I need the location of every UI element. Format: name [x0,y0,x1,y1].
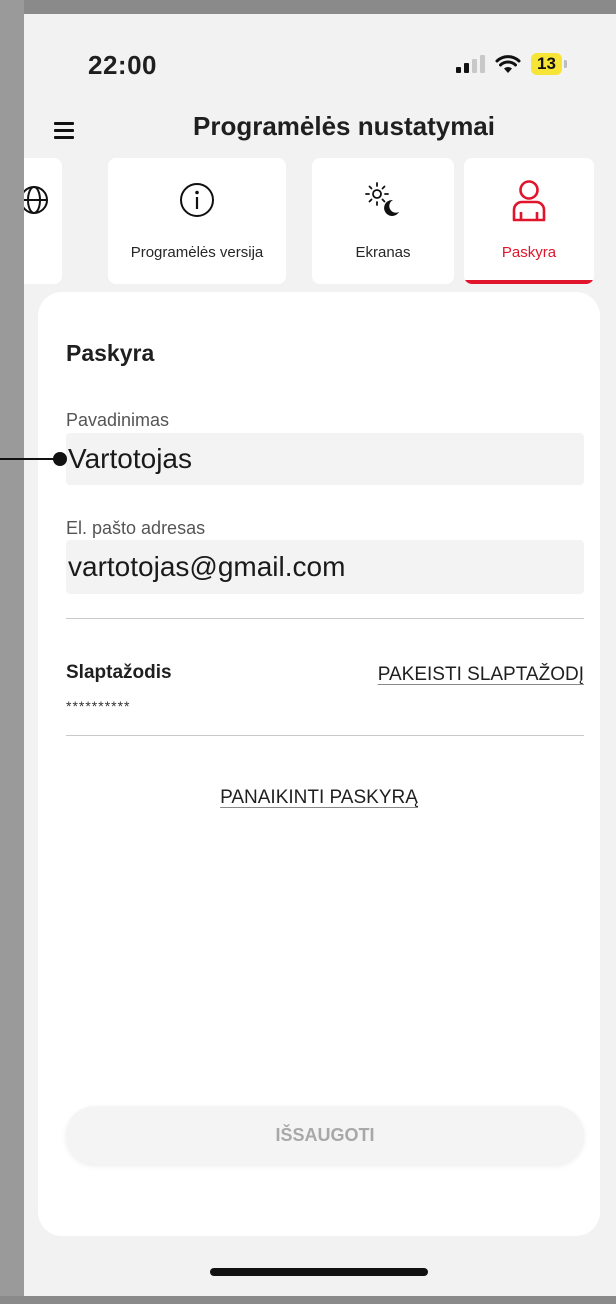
status-icons: 13 [456,50,567,78]
globe-icon [24,178,62,222]
wifi-icon [495,55,521,73]
callout-dot [53,452,67,466]
password-mask: ********** [66,698,131,714]
frame-bottom [0,1296,616,1304]
tab-label: ba [24,244,62,261]
account-card: Paskyra Pavadinimas Vartotojas El. pašto… [38,292,600,1236]
tab-language[interactable]: ba [24,158,62,284]
menu-icon[interactable] [54,122,74,143]
status-time: 22:00 [88,50,157,80]
delete-account-link[interactable]: PANAIKINTI PASKYRĄ [38,787,600,809]
password-label: Slaptažodis [66,662,172,683]
name-field[interactable]: Vartotojas [66,433,584,485]
signal-icon [456,55,485,73]
save-button[interactable]: IŠSAUGOTI [66,1106,584,1164]
tab-label: Paskyra [501,244,557,261]
phone-screen: 22:00 13 Programėlės nustatymai ba [24,14,616,1296]
tab-app-version[interactable]: Programėlės versija [108,158,286,284]
battery-tip [563,60,567,68]
sun-moon-icon [312,178,454,222]
page-title: Programėlės nustatymai [192,111,495,141]
section-title: Paskyra [66,340,155,366]
home-indicator [210,1268,428,1276]
tab-display[interactable]: Ekranas [312,158,454,284]
email-label: El. pašto adresas [66,518,206,538]
frame-left [0,0,24,1304]
info-icon [108,178,286,222]
user-icon [464,178,594,222]
tab-account[interactable]: Paskyra [464,158,594,284]
battery-icon: 13 [531,53,562,75]
divider [66,735,584,736]
frame-top [0,0,616,14]
email-field[interactable]: vartotojas@gmail.com [66,540,584,594]
tab-label: Ekranas [355,244,411,261]
divider [66,618,584,619]
tab-label: Programėlės versija [130,244,264,261]
name-label: Pavadinimas [66,410,170,430]
active-tab-indicator [464,280,594,284]
change-password-link[interactable]: PAKEISTI SLAPTAŽODĮ [378,664,584,686]
